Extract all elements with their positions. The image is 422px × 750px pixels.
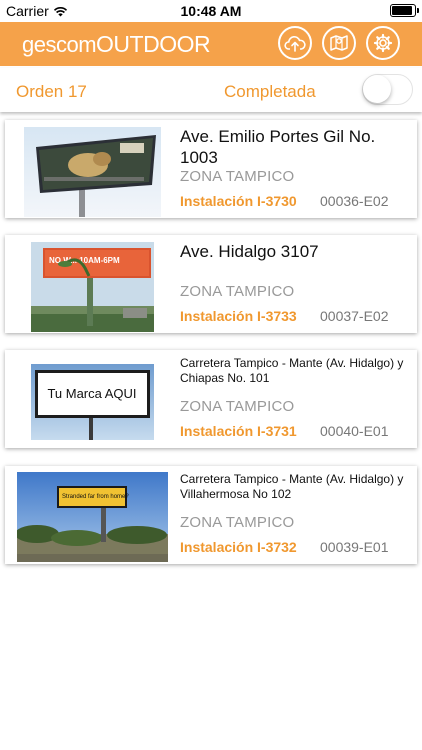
card-address: Ave. Emilio Portes Gil No. 1003 [180, 127, 376, 168]
installation-card[interactable]: Tu Marca AQUI Carretera Tampico - Mante … [5, 350, 417, 448]
logo-text-outdoor: OUTDOOR [96, 31, 211, 57]
gear-icon [373, 33, 393, 53]
card-zone: ZONA TAMPICO [180, 283, 295, 300]
card-address: Carretera Tampico - Mante (Av. Hidalgo) … [180, 472, 404, 501]
billboard-photo: NO W... 10AM-6PM [31, 242, 154, 332]
billboard-photo: Stranded far from home? [17, 472, 168, 562]
battery-indicator [390, 4, 419, 17]
card-code: 00037-E02 [320, 308, 389, 324]
battery-icon [390, 4, 419, 17]
card-zone: ZONA TAMPICO [180, 168, 295, 185]
status-time: 10:48 AM [180, 3, 242, 19]
billboard-photo: Tu Marca AQUI [31, 364, 154, 440]
card-code: 00039-E01 [320, 539, 389, 555]
card-code: 00036-E02 [320, 193, 389, 209]
cloud-upload-icon [284, 36, 306, 52]
card-installation-link[interactable]: Instalación I-3732 [180, 539, 297, 555]
order-title: Orden 17 [16, 82, 87, 101]
status-bar: Carrier 10:48 AM [0, 0, 422, 22]
card-address: Carretera Tampico - Mante (Av. Hidalgo) … [180, 356, 404, 385]
installation-card[interactable]: Ave. Emilio Portes Gil No. 1003 ZONA TAM… [5, 120, 417, 218]
card-zone: ZONA TAMPICO [180, 398, 295, 415]
logo-text-gescom: gescom [22, 32, 97, 57]
billboard-text: Stranded far from home? [62, 494, 129, 500]
card-code: 00040-E01 [320, 423, 389, 439]
map-button[interactable] [322, 26, 356, 60]
installation-card[interactable]: Stranded far from home? Carretera Tampic… [5, 466, 417, 564]
map-icon [330, 35, 348, 51]
nav-bar: gescomOUTDOOR [0, 22, 422, 66]
card-installation-link[interactable]: Instalación I-3731 [180, 423, 297, 439]
card-zone: ZONA TAMPICO [180, 514, 295, 531]
card-installation-link[interactable]: Instalación I-3730 [180, 193, 297, 209]
billboard-photo [24, 127, 161, 217]
card-address: Ave. Hidalgo 3107 [180, 242, 319, 261]
settings-button[interactable] [366, 26, 400, 60]
order-status-label: Completada [224, 82, 316, 101]
card-installation-link[interactable]: Instalación I-3733 [180, 308, 297, 324]
billboard-text: Tu Marca AQUI [47, 386, 136, 401]
app-logo: gescomOUTDOOR [22, 31, 211, 58]
installation-card[interactable]: NO W... 10AM-6PM Ave. Hidalgo 3107 ZONA … [5, 235, 417, 333]
completed-toggle[interactable] [362, 74, 413, 105]
order-header: Orden 17 Completada [0, 68, 422, 112]
upload-button[interactable] [278, 26, 312, 60]
toggle-knob [363, 75, 391, 103]
